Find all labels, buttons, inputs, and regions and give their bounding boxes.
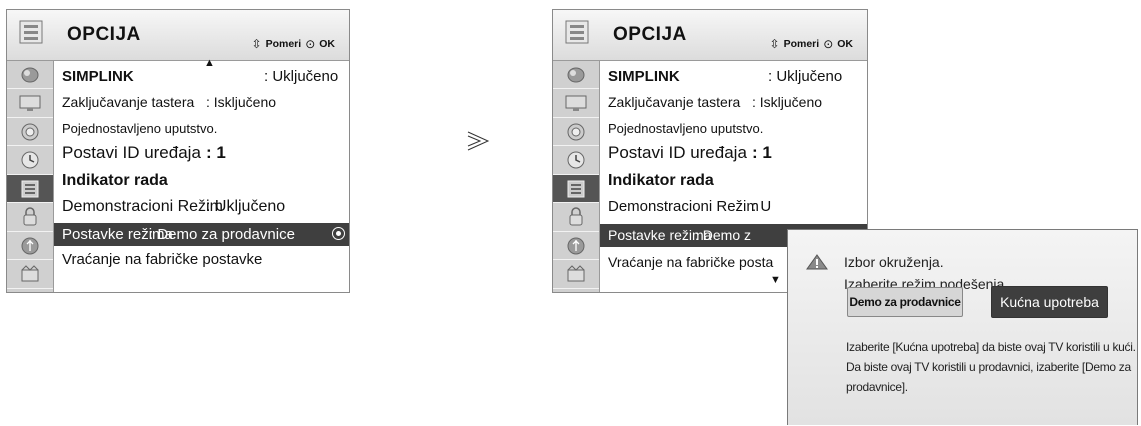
sidebar-item-usb[interactable]	[553, 232, 599, 260]
media-icon	[565, 264, 587, 284]
menu-sidebar	[553, 61, 600, 292]
menu-item[interactable]: Postavi ID uređaja : 1	[600, 141, 867, 164]
menu-title: OPCIJA	[67, 24, 141, 45]
menu-item-label: Pojednostavljeno uputstvo.	[62, 121, 218, 136]
move-arrows-icon: ⇳	[769, 37, 780, 51]
sidebar-item-clock[interactable]	[553, 147, 599, 175]
menu-item-label: Zaključavanje tastera	[62, 94, 195, 110]
media-icon	[19, 264, 41, 284]
menu-item-label: Vraćanje na fabričke postavke	[62, 251, 263, 268]
menu-item[interactable]: Pojednostavljeno uputstvo.	[600, 117, 867, 140]
warning-icon	[806, 254, 828, 270]
menu-item[interactable]: SIMPLINK : Uključeno	[54, 65, 349, 88]
menu-item-label: Zaključavanje tastera	[608, 94, 741, 110]
options-icon	[19, 179, 41, 199]
menu-items: ▲ SIMPLINK: Uključeno Zaključavanje taste…	[54, 57, 349, 292]
nav-move-label: Pomeri	[265, 38, 302, 50]
sidebar-item-media[interactable]	[553, 261, 599, 289]
menu-item-label: SIMPLINK	[62, 68, 134, 85]
usb-icon	[565, 235, 587, 257]
menu-item-value: : Demo z	[695, 227, 752, 243]
lock-icon	[565, 206, 587, 228]
lock-icon	[19, 206, 41, 228]
sidebar-item-monitor[interactable]	[553, 90, 599, 118]
menu-item-value: : Isključeno	[752, 94, 823, 110]
option-menu-left: OPCIJA ⇳ Pomeri ⊙ OK ▲ SIMPLINK: Uključe…	[6, 9, 350, 293]
home-use-button[interactable]: Kućna upotreba	[991, 286, 1108, 318]
ok-circle-icon: ⊙	[305, 37, 316, 51]
menu-item-label: Vraćanje na fabričke posta	[608, 254, 774, 270]
menu-item-label: SIMPLINK	[608, 68, 680, 85]
menu-item-label: Pojednostavljeno uputstvo.	[608, 121, 764, 136]
nav-ok-label: OK	[837, 38, 853, 50]
menu-item[interactable]: Zaključavanje tastera : Isključeno	[54, 91, 349, 114]
menu-item[interactable]: Demonstracioni Režim: U	[600, 195, 867, 218]
menu-item-label: Demonstracioni Režim	[62, 198, 223, 215]
menu-item[interactable]: Indikator rada	[54, 169, 349, 192]
menu-item-value: : Uključeno	[264, 68, 339, 85]
sidebar-item-options[interactable]	[553, 175, 599, 203]
satellite-icon	[565, 65, 587, 85]
menu-item[interactable]: Postavke režima: Demo za prodavnice	[54, 223, 349, 246]
menu-item-value: : Uključeno	[206, 198, 286, 215]
sidebar-item-media[interactable]	[7, 261, 53, 289]
menu-item-value: : Isključeno	[206, 94, 277, 110]
ok-circle-icon: ⊙	[823, 37, 834, 51]
sidebar-item-options[interactable]	[7, 175, 53, 203]
sidebar-item-speaker[interactable]	[7, 118, 53, 146]
scroll-down-arrow-icon[interactable]: ▼	[770, 274, 781, 286]
menu-item-value: : Uključeno	[768, 68, 843, 85]
menu-item[interactable]: Indikator rada	[600, 169, 867, 192]
menu-item[interactable]: Pojednostavljeno uputstvo.	[54, 117, 349, 140]
options-icon	[19, 20, 43, 44]
popup-description: Izaberite [Kućna upotreba] da biste ovaj…	[846, 340, 1136, 394]
menu-item[interactable]: Zaključavanje tastera : Isključeno	[600, 91, 867, 114]
next-step-arrow-icon	[466, 130, 492, 152]
menu-item-value: : U	[752, 198, 772, 215]
speaker-icon	[565, 122, 587, 142]
usb-icon	[19, 235, 41, 257]
environment-popup: Izbor okruženja. Izaberite režim podešen…	[787, 229, 1138, 425]
options-icon	[565, 179, 587, 199]
menu-nav-hint: ⇳ Pomeri ⊙ OK	[770, 37, 853, 51]
sidebar-item-lock[interactable]	[553, 204, 599, 232]
sidebar-item-usb[interactable]	[7, 232, 53, 260]
popup-title: Izbor okruženja.	[844, 254, 944, 270]
sidebar-item-speaker[interactable]	[553, 118, 599, 146]
radio-selected-icon	[332, 227, 345, 240]
clock-icon	[19, 150, 41, 170]
menu-header: OPCIJA ⇳ Pomeri ⊙ OK	[7, 10, 349, 61]
menu-item-value: : Demo za prodavnice	[149, 226, 295, 243]
clock-icon	[565, 150, 587, 170]
sidebar-item-clock[interactable]	[7, 147, 53, 175]
menu-item-value: : 1	[206, 143, 226, 162]
menu-item[interactable]: Demonstracioni Režim: Uključeno	[54, 195, 349, 218]
menu-item-label: Indikator rada	[62, 172, 168, 189]
menu-header: OPCIJA ⇳ Pomeri ⊙ OK	[553, 10, 867, 61]
menu-item[interactable]: Postavi ID uređaja : 1	[54, 141, 349, 164]
satellite-icon	[19, 65, 41, 85]
sidebar-item-monitor[interactable]	[7, 90, 53, 118]
menu-item[interactable]: SIMPLINK : Uključeno	[600, 65, 867, 88]
menu-item[interactable]: Vraćanje na fabričke postavke	[54, 248, 349, 271]
nav-ok-label: OK	[319, 38, 335, 50]
speaker-icon	[19, 122, 41, 142]
nav-move-label: Pomeri	[783, 38, 820, 50]
move-arrows-icon: ⇳	[251, 37, 262, 51]
menu-sidebar	[7, 61, 54, 292]
sidebar-item-satellite[interactable]	[7, 61, 53, 89]
menu-nav-hint: ⇳ Pomeri ⊙ OK	[252, 37, 335, 51]
menu-item-label: Demonstracioni Režim	[608, 198, 759, 215]
store-demo-button[interactable]: Demo za prodavnice	[847, 287, 963, 317]
monitor-icon	[564, 93, 588, 113]
menu-item-label: Postavi ID uređaja	[608, 143, 747, 162]
sidebar-item-satellite[interactable]	[553, 61, 599, 89]
monitor-icon	[18, 93, 42, 113]
menu-item-label: Indikator rada	[608, 172, 714, 189]
sidebar-item-lock[interactable]	[7, 204, 53, 232]
options-icon	[565, 20, 589, 44]
menu-item-label: Postavi ID uređaja	[62, 143, 201, 162]
menu-item-value: : 1	[752, 143, 772, 162]
menu-title: OPCIJA	[613, 24, 687, 45]
